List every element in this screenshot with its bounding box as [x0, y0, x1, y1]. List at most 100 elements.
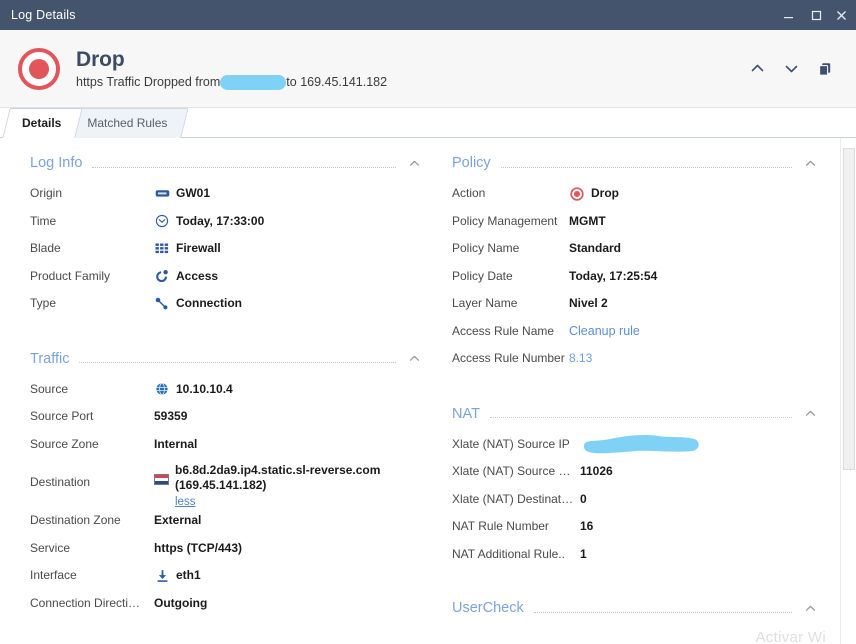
row-blade: Blade Firewall	[30, 238, 422, 266]
row-source-port-value: 59359	[154, 409, 188, 423]
row-policy-name-key: Policy Name	[452, 241, 520, 255]
row-product-family: Product Family Access	[30, 266, 422, 294]
row-access-rule-name-value[interactable]: Cleanup rule	[569, 321, 640, 338]
collapse-chevron-icon[interactable]	[406, 352, 422, 365]
row-origin-value: GW01	[176, 186, 211, 200]
chevron-down-icon[interactable]	[778, 56, 804, 82]
row-policy-name-value: Standard	[569, 241, 622, 255]
collapse-chevron-icon[interactable]	[802, 602, 818, 615]
row-type-value: Connection	[176, 296, 242, 310]
row-policy-date-key: Policy Date	[452, 268, 513, 283]
row-policy-name: Policy Name Standard	[452, 238, 818, 266]
row-source: Source 10.10.10.4	[30, 379, 422, 407]
right-column: Policy Action Drop Policy Management MGM…	[436, 152, 840, 644]
redacted-source-ip	[220, 74, 287, 90]
row-source-zone-key: Source Zone	[30, 436, 99, 451]
row-xlate-source-ip-value-wrap	[580, 434, 702, 460]
section-nat-header[interactable]: NAT	[452, 403, 818, 425]
row-type-key: Type	[30, 296, 57, 310]
row-type: Type Connection	[30, 293, 422, 321]
row-xlate-destination-value: 0	[580, 491, 587, 506]
summary-prefix: https Traffic Dropped from	[76, 75, 221, 90]
row-xlate-source-ip-key: Xlate (NAT) Source IP	[452, 436, 570, 451]
row-destination-zone: Destination Zone External	[30, 510, 422, 538]
redacted-nat-source-ip	[580, 430, 702, 456]
section-divider	[489, 417, 792, 418]
row-action: Action Drop	[452, 183, 818, 211]
minimize-icon[interactable]	[774, 0, 802, 30]
section-divider	[533, 611, 792, 613]
section-nat-title: NAT	[452, 405, 480, 422]
row-access-rule-name: Access Rule Name Cleanup rule	[452, 321, 818, 349]
row-interface: Interface eth1	[30, 565, 422, 593]
row-connection-direction: Connection Directi… Outgoing	[30, 593, 422, 621]
collapse-chevron-icon[interactable]	[802, 157, 818, 170]
close-icon[interactable]	[830, 0, 856, 30]
section-divider	[79, 362, 396, 363]
row-blade-key: Blade	[30, 241, 61, 255]
section-log-info: Log Info Origin GW01 Time Today, 17:33:0…	[30, 152, 422, 321]
row-product-family-key: Product Family	[30, 268, 111, 283]
row-destination-value-wrap: b6.8d.2da9.ip4.static.sl-reverse.com (16…	[154, 461, 380, 510]
section-traffic-header[interactable]: Traffic	[30, 348, 422, 370]
chevron-up-icon[interactable]	[744, 56, 770, 82]
row-policy-management-value: MGMT	[569, 213, 606, 228]
row-time-key: Time	[30, 213, 57, 228]
row-policy-date-value: Today, 17:25:54	[569, 268, 658, 283]
destination-less-toggle[interactable]: less	[175, 495, 195, 510]
section-usercheck: UserCheck	[452, 597, 818, 619]
interface-inbound-icon	[154, 568, 170, 583]
row-policy-management: Policy Management MGMT	[452, 211, 818, 239]
gateway-icon	[154, 186, 170, 201]
row-layer-name-value: Nivel 2	[569, 296, 608, 310]
tab-strip: Details Matched Rules	[0, 108, 856, 138]
row-product-family-value-wrap: Access	[154, 266, 218, 284]
section-policy: Policy Action Drop Policy Management MGM…	[452, 152, 818, 376]
row-access-rule-number: Access Rule Number 8.13	[452, 348, 818, 376]
row-access-rule-name-key: Access Rule Name	[452, 323, 555, 338]
row-blade-value-wrap: Firewall	[154, 238, 221, 256]
row-time-value: Today, 17:33:00	[176, 213, 265, 228]
collapse-chevron-icon[interactable]	[802, 407, 818, 420]
tab-details[interactable]: Details	[2, 108, 84, 138]
log-header: Drop https Traffic Dropped from to 169.4…	[0, 30, 856, 108]
destination-hostname: b6.8d.2da9.ip4.static.sl-reverse.com	[175, 463, 381, 477]
tab-matched-rules-label: Matched Rules	[87, 115, 168, 130]
left-column: Log Info Origin GW01 Time Today, 17:33:0…	[0, 152, 436, 644]
section-policy-header[interactable]: Policy	[452, 152, 818, 174]
drop-action-icon	[569, 186, 585, 201]
row-access-rule-number-value[interactable]: 8.13	[569, 348, 592, 365]
tab-details-label: Details	[22, 115, 62, 130]
collapse-chevron-icon[interactable]	[406, 157, 422, 170]
window-title: Log Details	[11, 8, 76, 22]
row-source-port-key: Source Port	[30, 409, 94, 423]
row-origin-value-wrap: GW01	[154, 183, 210, 201]
header-text-block: Drop https Traffic Dropped from to 169.4…	[76, 47, 744, 91]
title-bar: Log Details	[0, 0, 856, 30]
row-xlate-source-port: Xlate (NAT) Source … 11026	[452, 461, 818, 489]
row-action-key: Action	[452, 186, 486, 200]
section-log-info-header[interactable]: Log Info	[30, 152, 422, 174]
maximize-icon[interactable]	[802, 0, 830, 30]
row-service-key: Service	[30, 540, 71, 555]
details-body: Log Info Origin GW01 Time Today, 17:33:0…	[0, 138, 856, 644]
row-service-value: https (TCP/443)	[154, 540, 243, 555]
scrollbar-thumb[interactable]	[843, 148, 855, 470]
connection-icon	[154, 296, 170, 311]
section-log-info-title: Log Info	[30, 155, 83, 171]
row-action-value: Drop	[591, 186, 619, 200]
destination-detail: b6.8d.2da9.ip4.static.sl-reverse.com (16…	[175, 463, 380, 510]
row-source-value: 10.10.10.4	[176, 381, 233, 396]
section-nat: NAT Xlate (NAT) Source IP Xlate (NAT) So…	[452, 403, 818, 572]
vertical-scrollbar[interactable]	[840, 138, 856, 644]
window-controls	[774, 0, 856, 30]
row-origin: Origin GW01	[30, 183, 422, 211]
tab-matched-rules[interactable]: Matched Rules	[67, 108, 190, 138]
row-origin-key: Origin	[30, 186, 63, 200]
row-product-family-value: Access	[176, 268, 219, 283]
section-usercheck-header[interactable]: UserCheck	[452, 597, 818, 619]
row-type-value-wrap: Connection	[154, 293, 242, 311]
copy-icon[interactable]	[812, 56, 838, 82]
row-layer-name-key: Layer Name	[452, 296, 518, 310]
summary-middle: to	[286, 75, 301, 90]
